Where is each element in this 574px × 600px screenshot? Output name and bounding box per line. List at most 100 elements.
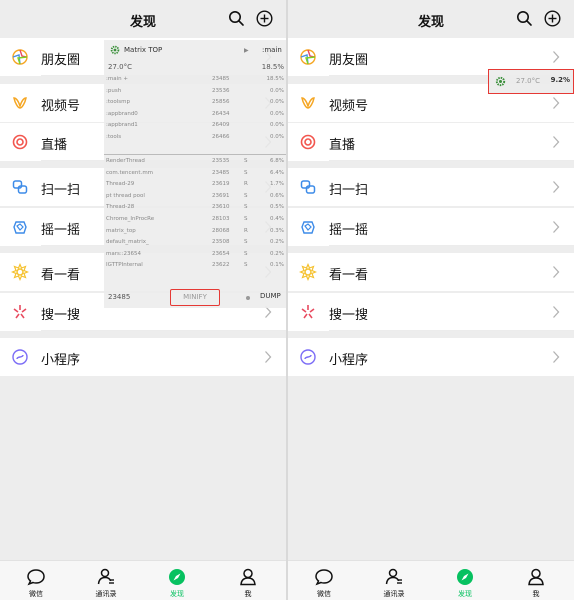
processe-row: :push 23536 0.0% [104, 87, 286, 98]
chevron-right-icon [553, 181, 560, 193]
tab-1[interactable]: 微信 [294, 561, 354, 600]
thread-cpu: 0.6% [270, 192, 284, 199]
matrix-mini-widget[interactable]: 27.0°C 9.2% [488, 69, 574, 94]
discover-icon [169, 569, 185, 585]
menu-item-label: 小程序 [329, 353, 369, 368]
tab-label: 微信 [317, 590, 331, 598]
processe-pid: 26434 [212, 110, 230, 117]
thread-pid: 28103 [212, 216, 230, 222]
menu-item-4[interactable]: 扫一扫 [288, 168, 574, 206]
process-selector[interactable]: :main [262, 46, 282, 54]
menu-item-8[interactable]: 小程序 [0, 338, 286, 376]
thread-row: Thread-29 23619 R 1.7% [104, 180, 286, 191]
thread-state: S [244, 216, 248, 222]
shake-icon [13, 221, 27, 234]
thread-row: pt thread pool 23691 S 0.6% [104, 192, 286, 203]
tab-bar: 微信 通讯录 发现 我 [0, 560, 286, 600]
menu-item-label: 搜一搜 [329, 308, 369, 323]
top-stories-icon [299, 263, 317, 281]
thread-name: IGTTPInternal [106, 262, 143, 269]
menu-item-label: 摇一摇 [329, 223, 369, 238]
scan-icon [300, 180, 316, 194]
thread-state: R [244, 181, 248, 188]
chevron-right-icon [553, 136, 560, 148]
menu-item-8[interactable]: 小程序 [288, 338, 574, 376]
thread-name: RenderThread [106, 158, 145, 164]
search-icon[interactable] [228, 10, 245, 27]
matrix-gear-icon [110, 45, 120, 55]
matrix-temperature: 27.0°C [108, 63, 132, 71]
matrix-footer: 23485 MINIFY DUMP [104, 288, 286, 308]
shake-icon [301, 221, 315, 234]
scan-icon [12, 180, 28, 194]
menu-item-5[interactable]: 摇一摇 [288, 208, 574, 246]
thread-name: com.tencent.mm [106, 169, 154, 176]
me-icon [528, 568, 544, 586]
menu-item-6[interactable]: 看一看 [288, 253, 574, 291]
menu-item-label: 小程序 [41, 353, 81, 368]
search-discover-icon [301, 305, 315, 319]
contacts-icon [385, 568, 402, 585]
thread-row: matrix_top 28068 R 0.3% [104, 227, 286, 238]
processe-pid: 23536 [212, 87, 230, 94]
thread-row: RenderThread 23535 S 6.8% [104, 157, 286, 168]
processe-row: :tools 26466 0.0% [104, 133, 286, 144]
thread-state: S [244, 192, 248, 199]
thread-pid: 23622 [212, 262, 230, 269]
menu-item-label: 视频号 [329, 99, 369, 114]
menu-item-label: 直播 [41, 138, 68, 153]
tab-label: 发现 [458, 590, 472, 598]
tab-label: 我 [244, 590, 252, 598]
row-separator [329, 160, 574, 161]
tab-4[interactable]: 我 [218, 561, 278, 600]
thread-state: R [244, 227, 248, 234]
tab-label: 通讯录 [383, 590, 405, 598]
minify-button[interactable]: MINIFY [170, 289, 220, 306]
thread-cpu: 0.4% [270, 216, 284, 222]
tab-3[interactable]: 发现 [147, 561, 207, 600]
thread-pid: 23535 [212, 158, 230, 164]
processe-row: :main + 23485 18.5% [104, 75, 286, 86]
matrix-title: Matrix TOP [124, 46, 163, 54]
mini-temperature: 27.0°C [516, 77, 540, 85]
thread-pid: 28068 [212, 227, 230, 234]
channels-icon [301, 97, 315, 109]
discover-screen-right: 发现 朋友圈 视频号 直播 扫一扫 摇一摇 看一看 搜一搜 小程序 微信 通讯录 发现我 27.0… [288, 0, 574, 600]
processe-cpu: 0.0% [270, 110, 284, 117]
contacts-icon [97, 568, 114, 585]
thread-state: S [244, 158, 248, 164]
menu-item-label: 视频号 [41, 99, 81, 114]
thread-cpu: 6.8% [270, 158, 284, 164]
add-icon[interactable] [544, 10, 561, 27]
add-icon[interactable] [256, 10, 273, 27]
processe-name: :toolsmp [106, 99, 130, 106]
menu-item-7[interactable]: 搜一搜 [288, 293, 574, 331]
thread-pid: 23508 [212, 239, 230, 246]
tab-3[interactable]: 发现 [435, 561, 495, 600]
chevron-right-icon [553, 266, 560, 278]
thread-cpu: 0.5% [270, 204, 284, 211]
processe-row: :toolsmp 25856 0.0% [104, 98, 286, 109]
tab-4[interactable]: 我 [506, 561, 566, 600]
search-icon[interactable] [516, 10, 533, 27]
row-separator [329, 330, 574, 331]
live-icon [300, 134, 316, 150]
processe-name: :main + [106, 76, 128, 82]
matrix-cpu-total: 18.5% [261, 63, 284, 71]
chevron-right-icon [553, 221, 560, 233]
dump-button[interactable]: DUMP [260, 292, 281, 300]
tab-1[interactable]: 微信 [6, 561, 66, 600]
processe-name: :push [106, 87, 122, 94]
chats-icon [27, 569, 45, 586]
menu-item-label: 朋友圈 [41, 53, 81, 68]
thread-pid: 23610 [212, 204, 230, 211]
play-icon[interactable]: ▶ [244, 47, 249, 54]
tab-2[interactable]: 通讯录 [364, 561, 424, 600]
row-separator [329, 245, 574, 246]
thread-row: IGTTPInternal 23622 S 0.1% [104, 261, 286, 272]
processe-cpu: 0.0% [270, 87, 284, 94]
thread-cpu: 1.7% [270, 181, 284, 188]
menu-item-3[interactable]: 直播 [288, 123, 574, 161]
tab-2[interactable]: 通讯录 [76, 561, 136, 600]
processe-row: :appbrand0 26434 0.0% [104, 110, 286, 121]
